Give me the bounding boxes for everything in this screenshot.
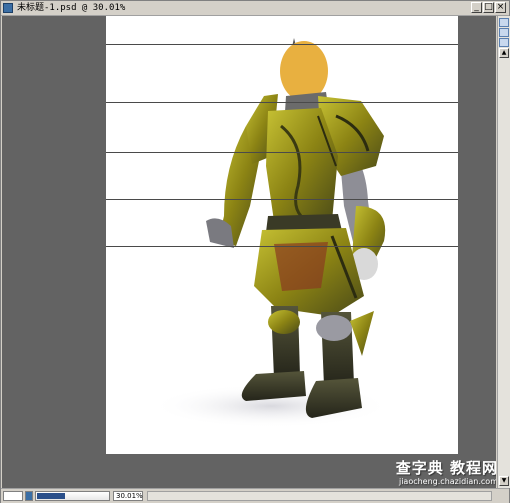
watermark-url: jiaocheng.chazidian.com [398,477,496,486]
document-icon [3,3,13,13]
watermark: 查字典 教程网 jiaocheng.chazidian.com [358,460,496,487]
canvas-area[interactable]: 查字典 教程网 jiaocheng.chazidian.com [2,16,496,488]
zoom-slider[interactable] [35,491,110,501]
palette-icon[interactable] [499,28,509,37]
watermark-brand: 查字典 教程网 [395,459,496,477]
window-title: 未标题-1.psd @ 30.01% [17,3,126,13]
palette-icon[interactable] [499,38,509,47]
artboard[interactable] [106,16,458,454]
document-window: 未标题-1.psd @ 30.01% _ □ × 查字典 教程网 jiaoche… [0,0,510,503]
palette-icon[interactable] [499,18,509,27]
minimize-button[interactable]: _ [471,2,482,13]
close-button[interactable]: × [495,2,506,13]
vertical-scrollbar[interactable]: ▲ ▼ [497,16,510,488]
title-bar[interactable]: 未标题-1.psd @ 30.01% _ □ × [1,1,509,16]
scroll-down-arrow-icon[interactable]: ▼ [499,476,509,486]
zoom-level-field[interactable]: 30.01% [113,491,143,501]
guide-line[interactable] [106,152,458,153]
status-bar: 30.01% [1,488,509,503]
guide-line[interactable] [106,246,458,247]
armored-knight-artwork [151,38,391,428]
status-info-field[interactable] [3,491,23,501]
maximize-button[interactable]: □ [483,2,494,13]
zoom-out-icon[interactable] [25,491,33,501]
scroll-up-arrow-icon[interactable]: ▲ [499,48,509,58]
guide-line[interactable] [106,102,458,103]
guide-line[interactable] [106,44,458,45]
guide-line[interactable] [106,199,458,200]
horizontal-scrollbar[interactable] [147,491,492,501]
